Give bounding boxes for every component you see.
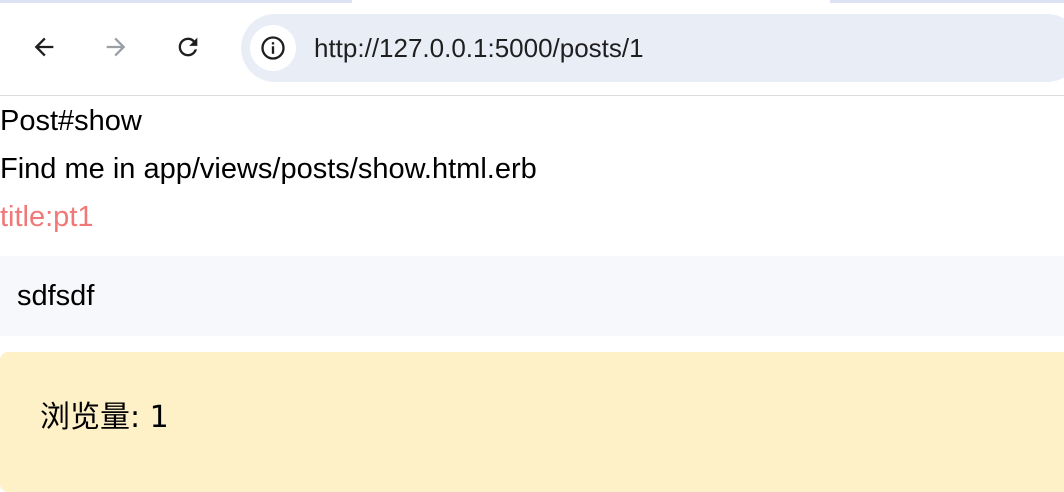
page-heading: Post#show xyxy=(0,105,142,137)
arrow-right-icon xyxy=(106,37,126,57)
url-text[interactable]: http://127.0.0.1:5000/posts/1 xyxy=(314,32,644,64)
forward-button[interactable] xyxy=(96,27,136,67)
post-body-box: sdfsdf xyxy=(0,256,1064,336)
address-bar[interactable]: http://127.0.0.1:5000/posts/1 xyxy=(241,14,1064,82)
view-count-text: 浏览量: 1 xyxy=(40,400,169,435)
post-body-text: sdfsdf xyxy=(17,280,95,312)
info-icon xyxy=(261,36,285,60)
back-button[interactable] xyxy=(24,27,64,67)
arrow-left-icon xyxy=(34,37,54,57)
template-hint: Find me in app/views/posts/show.html.erb xyxy=(0,153,537,185)
reload-icon xyxy=(178,37,198,57)
view-count-box: 浏览量: 1 xyxy=(0,352,1064,492)
page-content: Post#show Find me in app/views/posts/sho… xyxy=(0,96,1064,492)
site-info-button[interactable] xyxy=(250,25,296,71)
browser-toolbar: http://127.0.0.1:5000/posts/1 xyxy=(0,3,1064,96)
post-title: title:pt1 xyxy=(0,201,94,233)
reload-button[interactable] xyxy=(168,27,208,67)
